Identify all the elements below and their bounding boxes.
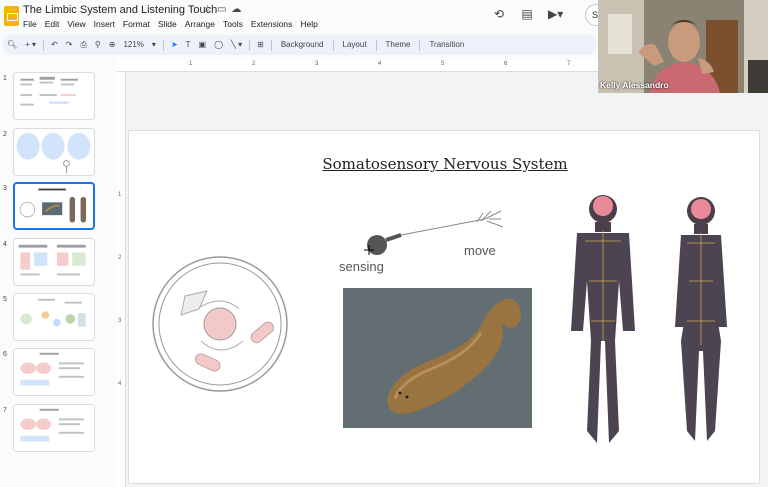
redo-icon[interactable]: ↷ bbox=[62, 35, 77, 55]
text-box-icon[interactable]: T bbox=[182, 35, 195, 55]
nervous-system-figure-male[interactable] bbox=[571, 195, 635, 443]
menu-insert[interactable]: Insert bbox=[94, 19, 115, 29]
move-label[interactable]: move bbox=[464, 243, 496, 258]
nervous-system-figure-female[interactable] bbox=[675, 197, 727, 441]
menu-file[interactable]: File bbox=[23, 19, 37, 29]
slide-number: 1 bbox=[3, 75, 7, 82]
comments-icon[interactable]: ▤ bbox=[520, 7, 534, 21]
slide-number: 5 bbox=[3, 296, 7, 303]
star-icon[interactable]: ☆ bbox=[203, 4, 217, 15]
slide-thumbnail-row[interactable]: 3 bbox=[0, 182, 110, 232]
slide-thumbnail-row[interactable]: 6 bbox=[0, 348, 110, 398]
slide-thumbnail[interactable] bbox=[13, 128, 95, 176]
ruler-mark: 2 bbox=[252, 61, 256, 67]
print-icon[interactable]: ⎙ bbox=[76, 35, 90, 55]
slide-thumbnail-row[interactable]: 1 bbox=[0, 72, 110, 122]
sensing-label[interactable]: sensing bbox=[339, 259, 384, 274]
title-actions: ☆▭☁ bbox=[203, 4, 246, 15]
slide-number: 2 bbox=[3, 131, 7, 138]
participant-name: Kelly Alessandro bbox=[600, 80, 669, 90]
insert-image-icon[interactable]: ▣ bbox=[195, 35, 211, 55]
meet-camera-icon[interactable]: ▶▾ bbox=[548, 7, 563, 21]
search-menus-icon[interactable]: 🔍︎ bbox=[3, 35, 21, 55]
ruler-mark: 2 bbox=[118, 255, 122, 261]
slide-thumbnail[interactable] bbox=[13, 72, 95, 120]
slide-3-preview bbox=[19, 188, 87, 223]
zoom-icon[interactable]: ⊕ bbox=[105, 35, 120, 55]
ruler-mark: 1 bbox=[189, 61, 193, 67]
version-history-icon[interactable]: ⟲ bbox=[492, 7, 506, 21]
layout-button[interactable]: Layout bbox=[337, 35, 373, 55]
slide-thumbnail-selected[interactable] bbox=[13, 182, 95, 230]
shape-icon[interactable]: ◯ bbox=[210, 35, 227, 55]
slide-artwork bbox=[152, 195, 727, 443]
slide-title[interactable]: Somatosensory Nervous System bbox=[129, 155, 761, 173]
slide-1-preview bbox=[20, 76, 78, 106]
menu-extensions[interactable]: Extensions bbox=[251, 19, 293, 29]
slide-thumbnail-row[interactable]: 7 bbox=[0, 404, 110, 454]
transition-button[interactable]: Transition bbox=[423, 35, 470, 55]
slide-number: 3 bbox=[3, 185, 7, 192]
background-button[interactable]: Background bbox=[275, 35, 330, 55]
slides-app: The Limbic System and Listening Touch ☆▭… bbox=[0, 0, 768, 487]
slide-thumbnail-row[interactable]: 4 bbox=[0, 238, 110, 288]
new-slide-icon[interactable]: + ▾ bbox=[21, 35, 40, 55]
planarian-photo[interactable] bbox=[343, 288, 532, 428]
slide-6-preview bbox=[20, 352, 84, 386]
slide-filmstrip: 1 2 3 4 5 6 7 bbox=[0, 60, 110, 487]
menu-edit[interactable]: Edit bbox=[45, 19, 60, 29]
ruler-mark: 5 bbox=[441, 61, 445, 67]
slide-number: 7 bbox=[3, 407, 7, 414]
menu-help[interactable]: Help bbox=[300, 19, 317, 29]
ruler-mark: 3 bbox=[315, 61, 319, 67]
zoom-select[interactable]: 121% bbox=[119, 35, 147, 55]
cell-diagram[interactable] bbox=[152, 256, 288, 392]
toolbar: 🔍︎ + ▾ ↶ ↷ ⎙ ⚲ ⊕ 121% ▾ ➤ T ▣ ◯ ╲ ▾ ⊞ Ba… bbox=[3, 35, 597, 55]
vertical-ruler[interactable]: 1 2 3 4 bbox=[117, 72, 126, 487]
slide-thumbnail-row[interactable]: 5 bbox=[0, 293, 110, 343]
slide-thumbnail-row[interactable]: 2 bbox=[0, 128, 110, 178]
ruler-mark: 3 bbox=[118, 318, 122, 324]
menu-slide[interactable]: Slide bbox=[158, 19, 177, 29]
slide-7-preview bbox=[20, 408, 84, 442]
slide-number: 6 bbox=[3, 351, 7, 358]
add-comment-icon[interactable]: ⊞ bbox=[253, 35, 268, 55]
slide-2-preview bbox=[16, 132, 91, 174]
slide-thumbnail[interactable] bbox=[13, 238, 95, 286]
document-title[interactable]: The Limbic System and Listening Touch bbox=[23, 4, 217, 16]
ruler-mark: 7 bbox=[567, 61, 571, 67]
undo-icon[interactable]: ↶ bbox=[47, 35, 62, 55]
menu-tools[interactable]: Tools bbox=[223, 19, 243, 29]
slide-thumbnail[interactable] bbox=[13, 404, 95, 452]
slide-number: 4 bbox=[3, 241, 7, 248]
slide-thumbnail[interactable] bbox=[13, 293, 95, 341]
slide-5-preview bbox=[20, 298, 86, 327]
menu-view[interactable]: View bbox=[67, 19, 85, 29]
theme-button[interactable]: Theme bbox=[380, 35, 417, 55]
paint-format-icon[interactable]: ⚲ bbox=[91, 35, 105, 55]
slide-thumbnail[interactable] bbox=[13, 348, 95, 396]
menu-arrange[interactable]: Arrange bbox=[185, 19, 215, 29]
slides-logo-icon[interactable] bbox=[4, 6, 19, 26]
slide-4-preview bbox=[18, 244, 86, 276]
zoom-chevron-down-icon[interactable]: ▾ bbox=[148, 35, 160, 55]
move-folder-icon[interactable]: ▭ bbox=[217, 4, 231, 15]
menu-format[interactable]: Format bbox=[123, 19, 150, 29]
current-slide[interactable]: Somatosensory Nervous System sensing mov… bbox=[128, 130, 760, 484]
ruler-mark: 4 bbox=[118, 381, 122, 387]
cloud-status-icon[interactable]: ☁ bbox=[231, 4, 246, 15]
ruler-mark: 1 bbox=[118, 192, 122, 198]
line-icon[interactable]: ╲ ▾ bbox=[227, 35, 246, 55]
header-actions: ⟲ ▤ ▶▾ bbox=[492, 7, 563, 21]
ruler-mark: 4 bbox=[378, 61, 382, 67]
select-cursor-icon[interactable]: ➤ bbox=[167, 35, 182, 55]
ruler-mark: 6 bbox=[504, 61, 508, 67]
menu-bar: File Edit View Insert Format Slide Arran… bbox=[23, 19, 318, 29]
